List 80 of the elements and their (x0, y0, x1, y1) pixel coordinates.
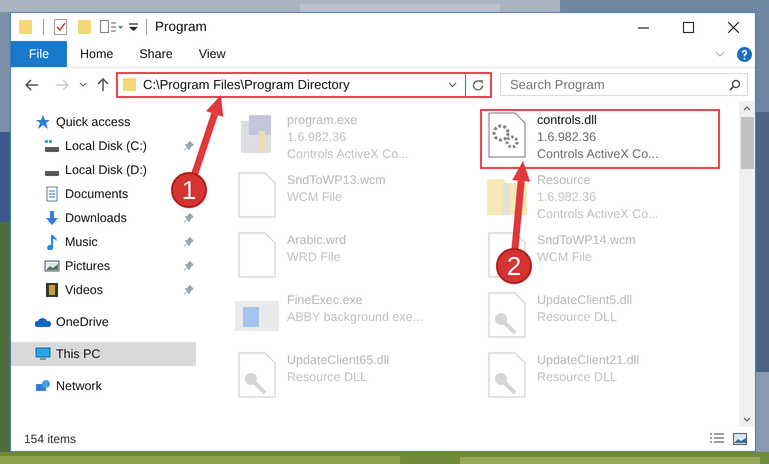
file-detail: Resource DLL (287, 369, 368, 386)
scrollbar[interactable] (739, 101, 755, 427)
back-arrow-icon[interactable] (25, 78, 39, 90)
nav-item[interactable]: Downloads (11, 206, 131, 230)
large-icons-view-icon[interactable] (733, 433, 747, 445)
file-tab[interactable]: File (11, 41, 67, 67)
scroll-down-icon[interactable] (743, 417, 751, 423)
highlighted-file-tile[interactable]: controls.dll 1.6.982.36 Controls ActiveX Co... (480, 109, 720, 169)
customize-caret-icon[interactable] (129, 22, 138, 32)
file-detail: WRD File (287, 249, 342, 266)
file-detail: Controls ActiveX Co... (537, 206, 659, 223)
close-icon[interactable] (728, 22, 739, 32)
view-icon[interactable] (100, 20, 124, 34)
download-arrow-icon (44, 210, 60, 226)
number-badge: 2 (496, 248, 532, 284)
dropdown-caret-icon[interactable] (448, 82, 457, 88)
file-detail: 1.6.982.36 (537, 189, 598, 206)
ribbon-tab[interactable]: View (186, 41, 239, 67)
file-name: Resource (537, 172, 592, 189)
file-detail: WCM File (287, 189, 343, 206)
file-name: Arabic.wrd (287, 232, 346, 249)
file-name: controls.dll (537, 112, 598, 129)
nav-item[interactable]: Videos (11, 278, 107, 302)
window-title: Program (155, 18, 207, 36)
up-arrow-icon[interactable] (97, 78, 109, 92)
file-name: FineExec.exe (287, 292, 364, 309)
search-field[interactable]: Search Program (500, 73, 748, 96)
nav-item[interactable]: This PC (11, 342, 196, 366)
file-detail: Resource DLL (537, 309, 618, 326)
nav-item[interactable]: Pictures (11, 254, 114, 278)
nav-item[interactable]: Local Disk (D:) (11, 158, 151, 182)
file-detail: Controls ActiveX Co... (287, 146, 409, 163)
monitor-icon (35, 346, 51, 362)
scroll-thumb[interactable] (740, 117, 754, 169)
recent-caret-icon[interactable] (79, 82, 87, 88)
maximize-icon[interactable] (683, 22, 694, 32)
file-detail: ABBY background exe... (287, 309, 423, 326)
music-note-icon (44, 234, 60, 250)
drive-icon (44, 171, 60, 176)
file-name: UpdateClient65.dll (287, 352, 390, 369)
search-icon[interactable] (729, 79, 741, 91)
file-detail: WCM File (537, 249, 593, 266)
film-icon (44, 282, 60, 298)
number-badge: 1 (171, 172, 207, 208)
file-detail: 1.6.982.36 (537, 129, 598, 146)
file-name: UpdateClient21.dll (537, 352, 640, 369)
address-path: C:\Program Files\Program Directory (143, 76, 351, 94)
picture-icon (44, 258, 60, 274)
pin-icon[interactable] (184, 141, 194, 151)
document-icon (44, 186, 60, 202)
nav-item[interactable]: Local Disk (C:) (11, 134, 151, 158)
file-name: SndToWP13.wcm (287, 172, 386, 189)
network-icon (35, 378, 51, 394)
scroll-up-icon[interactable] (743, 105, 751, 111)
file-name: UpdateClient5.dll (537, 292, 632, 309)
file-detail: Controls ActiveX Co... (537, 146, 659, 163)
file-detail: Resource DLL (537, 369, 618, 386)
nav-item[interactable]: OneDrive (11, 310, 113, 334)
folder-icon (123, 77, 137, 92)
file-name: SndToWP14.wcm (537, 232, 636, 249)
file-detail: 1.6.982.36 (287, 129, 348, 146)
pin-icon[interactable] (184, 285, 194, 295)
help-icon[interactable] (737, 46, 752, 62)
pin-icon[interactable] (184, 237, 194, 247)
address-bar[interactable]: C:\Program Files\Program Directory (116, 72, 492, 98)
pin-icon[interactable] (184, 213, 194, 223)
ribbon-tab[interactable]: Share (126, 41, 186, 67)
file-name: program.exe (287, 112, 358, 129)
nav-item[interactable]: Quick access (11, 110, 134, 134)
star-icon (35, 114, 51, 130)
nav-item[interactable]: Music (11, 230, 102, 254)
details-view-icon[interactable] (709, 433, 725, 445)
item-count: 154 items (24, 431, 76, 448)
drive-icon (44, 138, 60, 154)
ribbon-tab[interactable]: Home (67, 41, 126, 67)
nav-item[interactable]: Network (11, 374, 106, 398)
nav-item[interactable]: Documents (11, 182, 132, 206)
refresh-icon[interactable] (472, 78, 484, 90)
pin-icon[interactable] (184, 261, 194, 271)
properties-icon[interactable] (54, 19, 68, 35)
